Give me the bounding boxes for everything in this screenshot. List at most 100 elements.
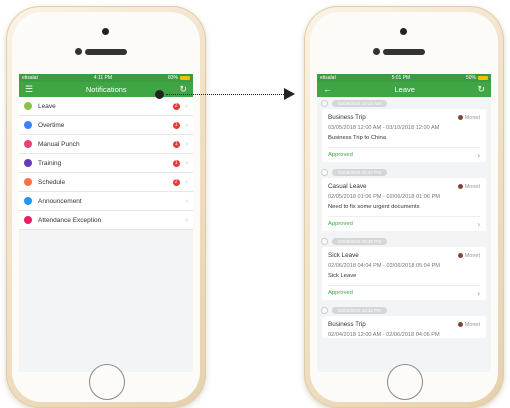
chevron-right-icon: › bbox=[185, 121, 188, 129]
leave-request-card[interactable]: Casual Leave Monet 02/05/2018 01:06 PM - 0… bbox=[322, 178, 486, 231]
count-badge: 2 bbox=[172, 178, 180, 186]
category-icon bbox=[24, 197, 32, 205]
leave-type: Business Trip bbox=[328, 114, 366, 121]
leave-request-card[interactable]: Business Trip Monet 02/04/2018 12:00 AM - … bbox=[322, 316, 486, 338]
menu-item-leave[interactable]: Leave 2 › bbox=[19, 97, 193, 116]
leave-screen: etisalat 5:01 PM 50% ← Leave ↻ 03/05/201… bbox=[317, 74, 491, 372]
earpiece bbox=[85, 49, 127, 55]
phone-right: etisalat 5:01 PM 50% ← Leave ↻ 03/05/201… bbox=[304, 6, 504, 408]
leave-request-card[interactable]: Business Trip Monet 03/05/2018 12:00 AM - … bbox=[322, 109, 486, 162]
battery-indicator: 83% bbox=[168, 75, 190, 81]
card-footer[interactable]: Approved › bbox=[328, 147, 480, 162]
count-badge: 1 bbox=[172, 159, 180, 167]
menu-item-label: Schedule bbox=[38, 178, 66, 186]
menu-item-label: Manual Punch bbox=[38, 140, 80, 148]
home-button[interactable] bbox=[387, 364, 423, 400]
battery-icon bbox=[477, 75, 488, 80]
status-badge: Approved bbox=[328, 290, 353, 296]
back-arrow-icon[interactable]: ← bbox=[323, 85, 332, 94]
leave-reason: Business Trip to China bbox=[328, 135, 386, 141]
menu-item-label: Attendance Exception bbox=[38, 216, 102, 224]
requester: Monet bbox=[457, 115, 480, 121]
menu-item-training[interactable]: Training 1 › bbox=[19, 154, 193, 173]
count-badge: 1 bbox=[172, 140, 180, 148]
leave-reason: Need to fix some urgent documents bbox=[328, 204, 420, 210]
chevron-right-icon: › bbox=[185, 102, 188, 110]
notification-category-list: Leave 2 › Overtime 1 › Manual Punch 1 › Training 1… bbox=[19, 97, 193, 230]
battery-indicator: 50% bbox=[466, 75, 488, 81]
status-time: 4:11 PM bbox=[93, 75, 113, 81]
refresh-icon[interactable]: ↻ bbox=[179, 85, 187, 94]
page-title: Leave bbox=[394, 85, 415, 94]
connector-arrowhead bbox=[284, 88, 295, 100]
category-icon bbox=[24, 216, 32, 224]
sensor bbox=[75, 48, 82, 55]
chevron-right-icon: › bbox=[185, 197, 188, 205]
carrier-label: etisalat bbox=[22, 75, 38, 81]
hamburger-menu-icon[interactable]: ☰ bbox=[25, 85, 33, 94]
connector-start-dot bbox=[155, 90, 164, 99]
front-camera bbox=[102, 28, 109, 35]
timeline-dot-icon bbox=[321, 237, 328, 245]
menu-item-label: Leave bbox=[38, 102, 56, 110]
leave-date-range: 02/04/2018 12:00 AM - 02/06/2018 04:06 P… bbox=[328, 332, 440, 338]
chevron-right-icon: › bbox=[185, 178, 188, 186]
category-icon bbox=[24, 140, 32, 148]
chevron-right-icon: › bbox=[185, 140, 188, 148]
chevron-right-icon: › bbox=[185, 159, 188, 167]
date-pill: 02/05/2018 05:27 PM bbox=[332, 168, 388, 176]
timeline-date: 02/05/2018 05:25 PM bbox=[317, 235, 491, 247]
chevron-right-icon: › bbox=[477, 288, 480, 298]
menu-item-overtime[interactable]: Overtime 1 › bbox=[19, 116, 193, 135]
requester: Monet bbox=[457, 183, 480, 190]
sensor bbox=[373, 48, 380, 55]
category-icon bbox=[24, 102, 32, 110]
connector-line bbox=[166, 94, 284, 95]
card-footer[interactable]: Approved › bbox=[328, 285, 480, 300]
category-icon bbox=[24, 121, 32, 129]
timeline-date: 02/05/2018 05:27 PM bbox=[317, 166, 491, 178]
status-badge: Approved bbox=[328, 152, 353, 158]
page-title: Notifications bbox=[85, 85, 127, 94]
menu-item-label: Training bbox=[38, 159, 62, 167]
menu-item-announcement[interactable]: Announcement › bbox=[19, 192, 193, 211]
card-footer[interactable]: Approved › bbox=[328, 216, 480, 231]
timeline-date: 02/04/2018 04:11 PM bbox=[317, 304, 491, 316]
menu-item-label: Announcement bbox=[38, 197, 82, 205]
leave-date-range: 02/06/2018 04:04 PM - 02/06/2018 05:04 P… bbox=[328, 263, 440, 269]
category-icon bbox=[24, 178, 32, 186]
leave-type: Business Trip bbox=[328, 321, 366, 328]
app-bar: ← Leave ↻ bbox=[317, 82, 491, 97]
date-pill: 02/04/2018 04:11 PM bbox=[332, 306, 387, 314]
avatar bbox=[457, 183, 463, 189]
date-pill: 02/05/2018 05:25 PM bbox=[332, 237, 388, 245]
leave-type: Casual Leave bbox=[328, 183, 367, 190]
leave-date-range: 02/05/2018 01:06 PM - 02/06/2018 01:06 P… bbox=[328, 194, 440, 200]
battery-icon bbox=[179, 75, 190, 80]
chevron-right-icon: › bbox=[477, 150, 480, 160]
requester: Monet bbox=[457, 252, 480, 259]
menu-item-schedule[interactable]: Schedule 2 › bbox=[19, 173, 193, 192]
leave-reason: Sick Leave bbox=[328, 273, 357, 279]
timeline-dot-icon bbox=[321, 99, 328, 107]
earpiece bbox=[383, 49, 425, 55]
leave-request-list: 03/05/2018 10:12 AM Business Trip Monet 03/… bbox=[317, 97, 491, 338]
home-button[interactable] bbox=[89, 364, 125, 400]
leave-type: Sick Leave bbox=[328, 252, 359, 259]
status-bar: etisalat 4:11 PM 83% bbox=[19, 74, 193, 82]
count-badge: 2 bbox=[172, 102, 180, 110]
refresh-icon[interactable]: ↻ bbox=[477, 85, 485, 94]
count-badge: 1 bbox=[172, 121, 180, 129]
status-time: 5:01 PM bbox=[391, 75, 411, 81]
chevron-right-icon: › bbox=[185, 216, 188, 224]
status-badge: Approved bbox=[328, 221, 353, 227]
menu-item-attendance-exception[interactable]: Attendance Exception › bbox=[19, 211, 193, 230]
timeline-date: 03/05/2018 10:12 AM bbox=[317, 97, 491, 109]
menu-item-manual-punch[interactable]: Manual Punch 1 › bbox=[19, 135, 193, 154]
leave-request-card[interactable]: Sick Leave Monet 02/06/2018 04:04 PM - 02/… bbox=[322, 247, 486, 300]
front-camera bbox=[400, 28, 407, 35]
leave-date-range: 03/05/2018 12:00 AM - 03/10/2018 12:00 A… bbox=[328, 125, 440, 131]
date-pill: 03/05/2018 10:12 AM bbox=[332, 99, 387, 107]
phone-left: etisalat 4:11 PM 83% ☰ Notifications ↻ L… bbox=[6, 6, 206, 408]
avatar bbox=[457, 252, 463, 258]
